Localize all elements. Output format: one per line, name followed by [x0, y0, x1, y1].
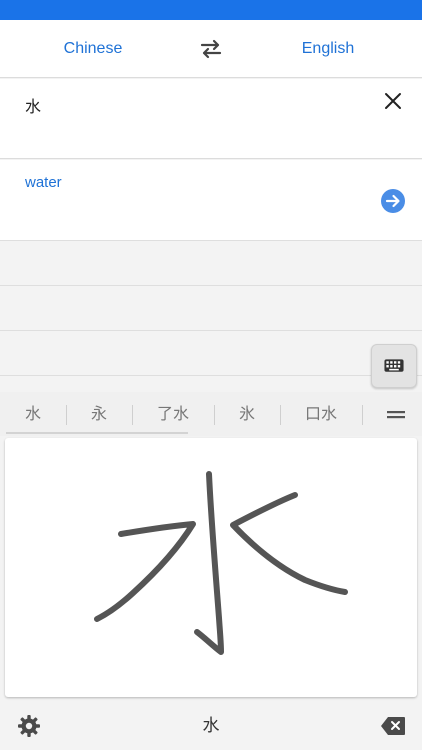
divider	[362, 405, 363, 425]
keyboard-icon	[384, 359, 404, 372]
language-bar: Chinese English	[0, 20, 422, 78]
double-line-icon[interactable]	[387, 410, 405, 420]
arrow-right-circle-icon	[385, 194, 400, 208]
status-bar	[0, 0, 422, 20]
candidate-2[interactable]: 永	[66, 392, 132, 436]
history-row	[0, 240, 422, 285]
gear-icon[interactable]	[17, 714, 41, 738]
committed-character[interactable]: 水	[190, 702, 232, 750]
history-row	[0, 330, 422, 375]
candidate-4[interactable]: 氷	[214, 392, 280, 436]
source-text: 水	[25, 97, 42, 116]
close-icon[interactable]	[382, 90, 404, 112]
candidate-1[interactable]: 水	[0, 392, 66, 436]
go-button[interactable]	[381, 189, 405, 213]
translation-result[interactable]: water	[0, 160, 422, 240]
source-text-area[interactable]: 水	[0, 79, 422, 159]
candidate-3[interactable]: 了水	[132, 392, 214, 436]
candidate-bar: 水 永 了水 氷 口水	[0, 392, 422, 436]
backspace-icon[interactable]	[380, 716, 406, 736]
handwritten-strokes	[94, 471, 348, 655]
keyboard-toggle-button[interactable]	[371, 344, 417, 388]
translation-text: water	[25, 174, 62, 191]
target-language-button[interactable]: English	[248, 20, 408, 78]
swap-arrows-icon[interactable]	[198, 37, 224, 61]
source-language-button[interactable]: Chinese	[13, 20, 173, 78]
history-row	[0, 285, 422, 330]
candidate-5[interactable]: 口水	[280, 392, 362, 436]
handwriting-canvas[interactable]	[5, 438, 417, 697]
candidate-scroll-indicator	[6, 432, 188, 434]
